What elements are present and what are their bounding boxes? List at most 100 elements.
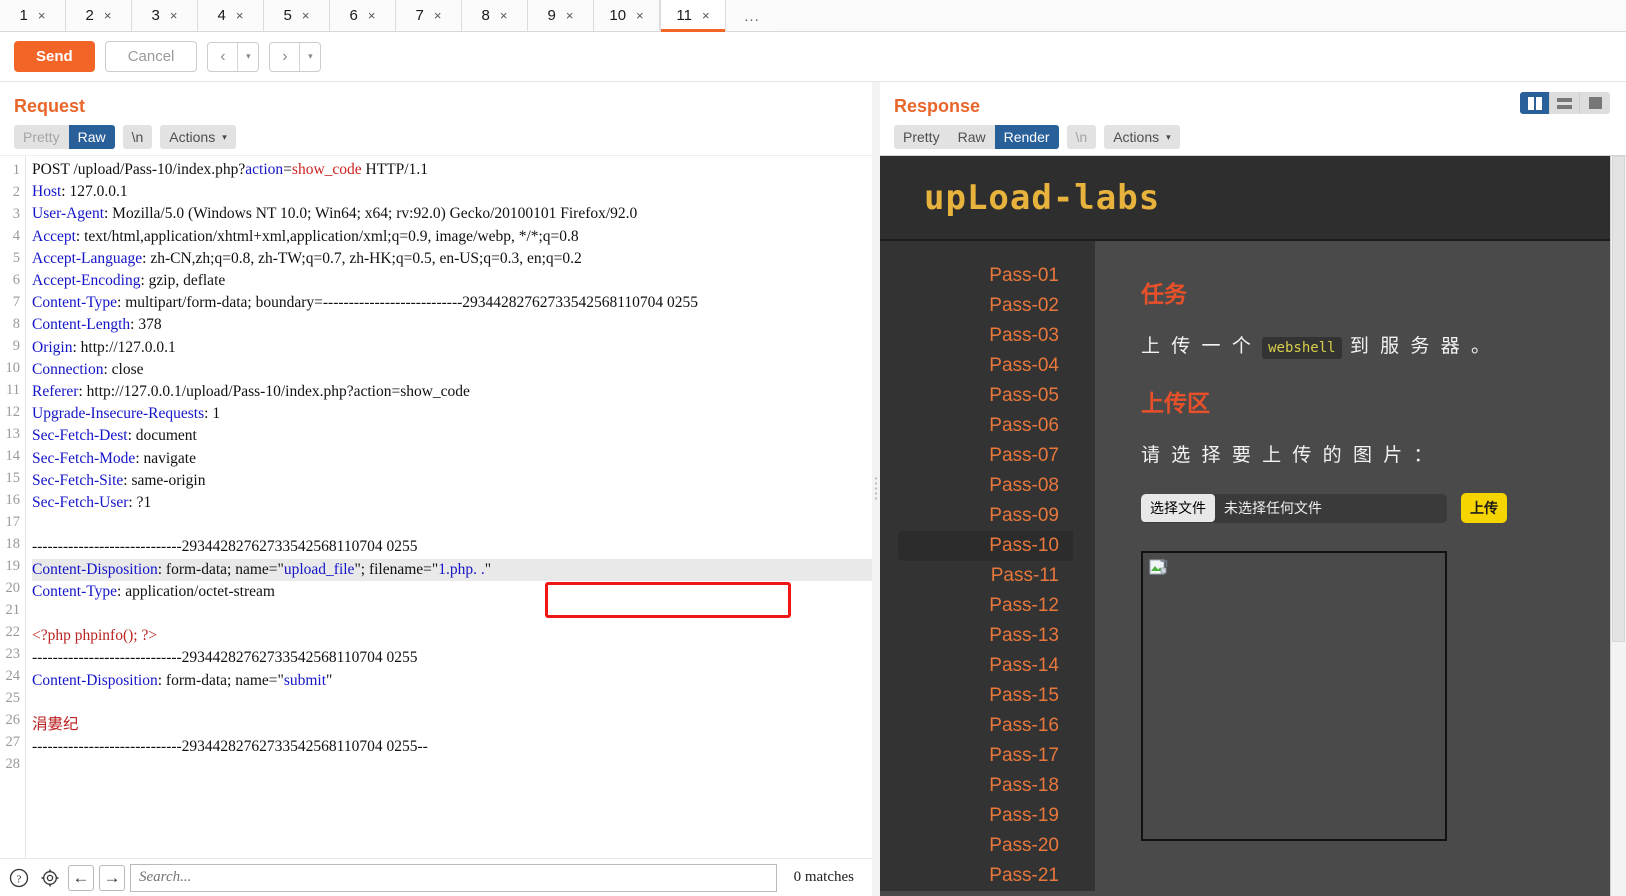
nav-item-pass-10[interactable]: Pass-10 <box>898 531 1073 561</box>
gear-icon[interactable] <box>37 865 63 891</box>
code-line[interactable]: Accept-Language: zh-CN,zh;q=0.8, zh-TW;q… <box>32 248 872 270</box>
code-line[interactable]: Accept: text/html,application/xhtml+xml,… <box>32 226 872 248</box>
repeater-tab-3[interactable]: 3 × <box>132 0 198 31</box>
layout-horizontal-split-button[interactable] <box>1550 92 1580 114</box>
nav-item-pass-18[interactable]: Pass-18 <box>880 771 1073 801</box>
send-button[interactable]: Send <box>14 41 95 72</box>
tab-overflow-button[interactable]: ... <box>726 0 778 31</box>
go-forward-split-button[interactable]: › ▾ <box>269 41 322 72</box>
code-line[interactable]: Sec-Fetch-Site: same-origin <box>32 470 872 492</box>
code-line[interactable]: Connection: close <box>32 359 872 381</box>
close-icon[interactable]: × <box>236 8 244 23</box>
code-line[interactable] <box>32 758 872 780</box>
request-newline-toggle[interactable]: \n <box>122 125 153 149</box>
close-icon[interactable]: × <box>302 8 310 23</box>
upload-submit-button[interactable]: 上传 <box>1461 493 1507 523</box>
code-line[interactable] <box>32 603 872 625</box>
request-pretty-tab[interactable]: Pretty <box>14 125 69 149</box>
code-line[interactable]: -----------------------------29344282762… <box>32 736 872 758</box>
code-line[interactable]: Content-Length: 378 <box>32 314 872 336</box>
nav-item-pass-11[interactable]: Pass-11 <box>880 561 1073 591</box>
back-dropdown-caret-icon[interactable]: ▾ <box>238 43 258 71</box>
go-back-split-button[interactable]: ‹ ▾ <box>207 41 260 72</box>
close-icon[interactable]: × <box>38 8 46 23</box>
nav-item-pass-02[interactable]: Pass-02 <box>880 291 1073 321</box>
nav-item-pass-04[interactable]: Pass-04 <box>880 351 1073 381</box>
response-actions-menu[interactable]: Actions ▾ <box>1104 125 1180 149</box>
repeater-tab-9[interactable]: 9 × <box>528 0 594 31</box>
back-arrow-icon[interactable]: ‹ <box>208 42 239 71</box>
code-line[interactable]: Content-Disposition: form-data; name="up… <box>32 558 872 581</box>
code-line[interactable] <box>32 692 872 714</box>
choose-file-button[interactable]: 选择文件 <box>1141 494 1215 522</box>
nav-item-pass-15[interactable]: Pass-15 <box>880 681 1073 711</box>
response-format-group[interactable]: Pretty Raw Render <box>894 125 1059 149</box>
code-line[interactable]: User-Agent: Mozilla/5.0 (Windows NT 10.0… <box>32 203 872 225</box>
nav-item-pass-01[interactable]: Pass-01 <box>880 261 1073 291</box>
nav-item-pass-17[interactable]: Pass-17 <box>880 741 1073 771</box>
code-line[interactable]: 涓婁纪 <box>32 714 872 736</box>
nav-item-pass-19[interactable]: Pass-19 <box>880 801 1073 831</box>
request-editor[interactable]: 1 2 3 4 5 6 7 8 9 10 11 12 13 14 15 16 17 18 19 20 21 22 23 24 2… <box>0 155 872 858</box>
close-icon[interactable]: × <box>636 8 644 23</box>
nav-item-pass-08[interactable]: Pass-08 <box>880 471 1073 501</box>
repeater-tab-1[interactable]: 1 × <box>0 0 66 31</box>
nav-item-pass-13[interactable]: Pass-13 <box>880 621 1073 651</box>
code-line[interactable]: Content-Type: multipart/form-data; bound… <box>32 292 872 314</box>
cancel-button[interactable]: Cancel <box>104 41 198 72</box>
repeater-tab-11[interactable]: 11 × <box>660 0 726 32</box>
file-input-control[interactable]: 选择文件 未选择任何文件 <box>1141 493 1447 523</box>
nav-item-pass-20[interactable]: Pass-20 <box>880 831 1073 861</box>
repeater-tab-10[interactable]: 10 × <box>594 0 660 31</box>
request-message-body[interactable]: POST /upload/Pass-10/index.php?action=sh… <box>26 156 872 858</box>
nav-item-pass-21[interactable]: Pass-21 <box>880 861 1073 891</box>
repeater-tab-2[interactable]: 2 × <box>66 0 132 31</box>
repeater-tab-8[interactable]: 8 × <box>462 0 528 31</box>
scrollbar-thumb[interactable] <box>1612 156 1625 642</box>
response-vertical-scrollbar[interactable] <box>1610 156 1626 896</box>
forward-arrow-icon[interactable]: › <box>270 42 301 71</box>
code-line[interactable]: Accept-Encoding: gzip, deflate <box>32 270 872 292</box>
code-line[interactable]: POST /upload/Pass-10/index.php?action=sh… <box>32 159 872 181</box>
nav-item-pass-16[interactable]: Pass-16 <box>880 711 1073 741</box>
code-line[interactable]: Upgrade-Insecure-Requests: 1 <box>32 403 872 425</box>
forward-dropdown-caret-icon[interactable]: ▾ <box>300 43 320 71</box>
nav-item-pass-07[interactable]: Pass-07 <box>880 441 1073 471</box>
close-icon[interactable]: × <box>170 8 178 23</box>
layout-vertical-split-button[interactable] <box>1520 92 1550 114</box>
nav-item-pass-14[interactable]: Pass-14 <box>880 651 1073 681</box>
nav-item-pass-05[interactable]: Pass-05 <box>880 381 1073 411</box>
response-raw-tab[interactable]: Raw <box>949 125 995 149</box>
code-line[interactable]: Sec-Fetch-Mode: navigate <box>32 448 872 470</box>
nav-item-pass-06[interactable]: Pass-06 <box>880 411 1073 441</box>
code-line[interactable]: -----------------------------29344282762… <box>32 647 872 669</box>
request-raw-tab[interactable]: Raw <box>68 125 115 149</box>
code-line[interactable]: <?php phpinfo(); ?> <box>32 625 872 647</box>
help-icon[interactable]: ? <box>6 865 32 891</box>
request-format-group[interactable]: Pretty Raw <box>14 125 115 149</box>
code-line[interactable]: Host: 127.0.0.1 <box>32 181 872 203</box>
repeater-tab-4[interactable]: 4 × <box>198 0 264 31</box>
code-line[interactable]: Content-Disposition: form-data; name="su… <box>32 670 872 692</box>
repeater-tab-6[interactable]: 6 × <box>330 0 396 31</box>
nav-item-pass-12[interactable]: Pass-12 <box>880 591 1073 621</box>
response-pretty-tab[interactable]: Pretty <box>894 125 949 149</box>
code-line[interactable]: Origin: http://127.0.0.1 <box>32 337 872 359</box>
search-input[interactable] <box>130 863 777 892</box>
nav-item-pass-03[interactable]: Pass-03 <box>880 321 1073 351</box>
pane-splitter[interactable] <box>872 82 880 896</box>
close-icon[interactable]: × <box>566 8 574 23</box>
close-icon[interactable]: × <box>368 8 376 23</box>
code-line[interactable]: Sec-Fetch-Dest: document <box>32 425 872 447</box>
close-icon[interactable]: × <box>500 8 508 23</box>
search-forward-icon[interactable]: → <box>99 864 125 891</box>
code-line[interactable]: -----------------------------29344282762… <box>32 536 872 558</box>
layout-single-pane-button[interactable] <box>1580 92 1610 114</box>
close-icon[interactable]: × <box>104 8 112 23</box>
nav-item-pass-09[interactable]: Pass-09 <box>880 501 1073 531</box>
search-back-icon[interactable]: ← <box>68 864 94 891</box>
repeater-tab-5[interactable]: 5 × <box>264 0 330 31</box>
code-line[interactable]: Sec-Fetch-User: ?1 <box>32 492 872 514</box>
repeater-tab-7[interactable]: 7 × <box>396 0 462 31</box>
response-newline-toggle[interactable]: \n <box>1066 125 1097 149</box>
